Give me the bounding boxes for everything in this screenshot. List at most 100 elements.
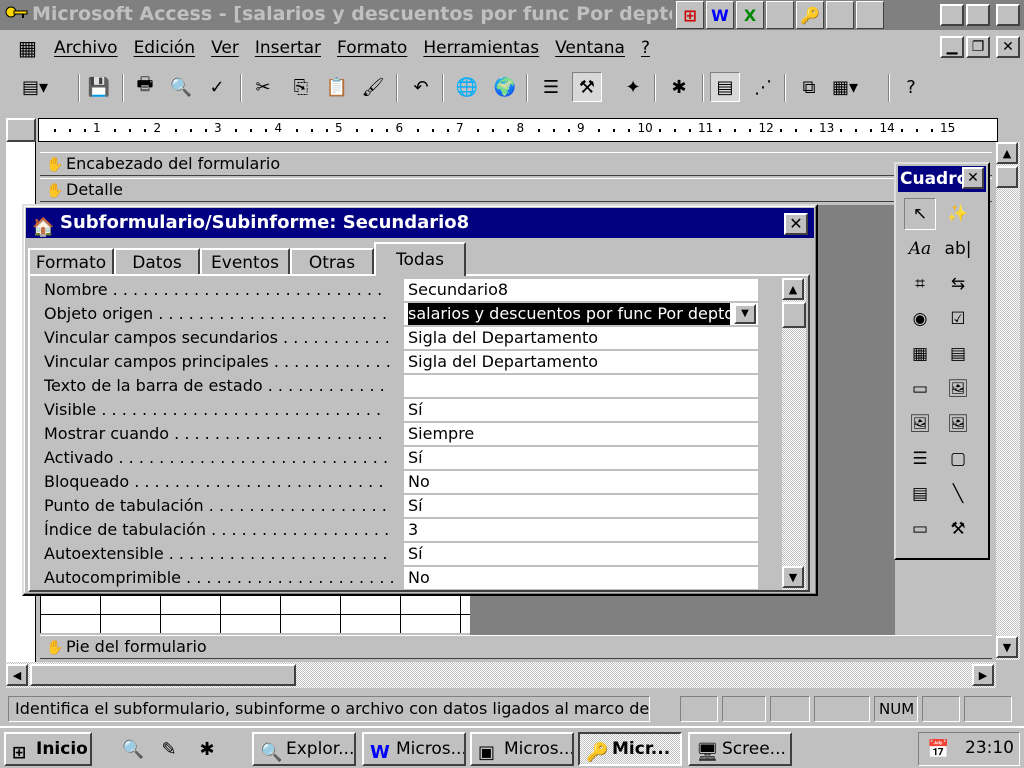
menu-ventana[interactable]: Ventana <box>555 38 625 58</box>
tab-todas[interactable]: Todas <box>374 242 466 276</box>
properties-scroll-thumb[interactable] <box>782 302 806 328</box>
option-button-icon[interactable]: ◉ <box>904 303 936 335</box>
properties-icon[interactable]: ▤ <box>710 72 740 102</box>
channels-quick-icon[interactable]: ✱ <box>194 736 220 762</box>
menu-archivo[interactable]: Archivo <box>54 38 118 58</box>
properties-scrollbar[interactable]: ▲ ▼ <box>782 278 806 590</box>
property-value-field[interactable]: salarios y descuentos por func Por depto… <box>404 303 758 325</box>
schedule-icon[interactable]: ✎ <box>826 1 854 29</box>
section-header-bar[interactable]: ✋ Encabezado del formulario <box>40 152 992 176</box>
property-value-field[interactable] <box>404 375 758 397</box>
scroll-right-icon[interactable]: ▶ <box>972 664 994 686</box>
design-grid[interactable] <box>40 595 470 633</box>
section-detail-bar[interactable]: ✋ Detalle <box>40 178 992 202</box>
database-window-icon[interactable]: ⧉ <box>794 72 824 102</box>
undo-icon[interactable]: ↶ <box>406 72 436 102</box>
option-group-icon[interactable]: ⌗ <box>904 268 936 300</box>
menu-formato[interactable]: Formato <box>337 38 407 58</box>
list-box-icon[interactable]: ▤ <box>942 338 974 370</box>
format-painter-icon[interactable]: 🖌 <box>358 72 388 102</box>
window-title-bar[interactable]: Microsoft Access - [salarios y descuento… <box>0 0 1024 30</box>
cut-icon[interactable]: ✂ <box>248 72 278 102</box>
doc-close-button[interactable]: ✕ <box>996 36 1020 58</box>
hscroll-thumb[interactable] <box>30 664 296 686</box>
property-value-field[interactable]: 3 <box>404 519 758 541</box>
tab-control-icon[interactable]: ▢ <box>942 443 974 475</box>
menu-herramientas[interactable]: Herramientas <box>423 38 539 58</box>
section-footer-bar[interactable]: ✋ Pie del formulario <box>40 635 992 659</box>
tab-formato[interactable]: Formato <box>28 248 114 276</box>
task-access[interactable]: 🔑 Micr... <box>578 732 682 766</box>
autoformat-icon[interactable]: ✦ <box>618 72 648 102</box>
scroll-down-icon[interactable]: ▼ <box>782 566 804 588</box>
excel-icon[interactable]: X <box>736 1 764 29</box>
view-icon[interactable]: ▤▾ <box>20 72 50 102</box>
page-break-icon[interactable]: ☰ <box>904 443 936 475</box>
scheduler-icon[interactable]: 📅 <box>927 735 949 765</box>
clock[interactable]: 23:10 <box>965 733 1014 763</box>
rectangle-icon[interactable]: ▭ <box>904 513 936 545</box>
help-icon[interactable]: ? <box>896 72 926 102</box>
properties-close-button[interactable]: ✕ <box>784 213 808 235</box>
more-controls-icon[interactable]: ⚒ <box>942 513 974 545</box>
scroll-down-icon[interactable]: ▼ <box>996 636 1018 658</box>
horizontal-scrollbar[interactable]: ◀ ▶ <box>6 662 996 688</box>
select-objects-icon[interactable]: ↖ <box>904 198 936 230</box>
scroll-left-icon[interactable]: ◀ <box>6 664 28 686</box>
tab-datos[interactable]: Datos <box>114 248 200 276</box>
print-icon[interactable]: 🖶 <box>130 72 160 102</box>
property-value-field[interactable]: Siempre <box>404 423 758 445</box>
combo-box-icon[interactable]: ▦ <box>904 338 936 370</box>
command-button-icon[interactable]: ▭ <box>904 373 936 405</box>
print-preview-icon[interactable]: 🔍 <box>166 72 196 102</box>
insert-hyperlink-icon[interactable]: 🌐 <box>452 72 482 102</box>
property-value-field[interactable]: Sí <box>404 399 758 421</box>
task-word[interactable]: W Micros... <box>362 732 466 766</box>
toolbox-close-button[interactable]: ✕ <box>962 167 984 189</box>
image-icon[interactable]: 🖼 <box>942 373 974 405</box>
property-value-field[interactable]: No <box>404 471 758 493</box>
scroll-thumb[interactable] <box>996 166 1018 188</box>
scroll-up-icon[interactable]: ▲ <box>996 142 1018 164</box>
outlook-quick-icon[interactable]: ✎ <box>156 736 182 762</box>
tab-eventos[interactable]: Eventos <box>200 248 290 276</box>
toolbox-icon[interactable]: ⚒ <box>572 72 602 102</box>
property-value-field[interactable]: Sigla del Departamento <box>404 351 758 373</box>
field-list-icon[interactable]: ☰ <box>536 72 566 102</box>
task-powerpoint[interactable]: ▣ Micros... <box>470 732 574 766</box>
menu-ver[interactable]: Ver <box>211 38 239 58</box>
form-icon[interactable]: ▦ <box>18 36 37 60</box>
line-icon[interactable]: ╲ <box>942 478 974 510</box>
office-icon[interactable]: ⊞ <box>676 1 704 29</box>
property-value-field[interactable]: No <box>404 567 758 589</box>
subform-icon[interactable]: ▤ <box>904 478 936 510</box>
property-value-field[interactable]: Sí <box>404 495 758 517</box>
properties-title-bar[interactable]: 🏠 Subformulario/Subinforme: Secundario8 … <box>26 208 814 238</box>
paste-icon[interactable]: 📋 <box>322 72 352 102</box>
web-toolbar-icon[interactable]: 🌍 <box>490 72 520 102</box>
doc-restore-button[interactable]: ❐ <box>966 36 990 58</box>
text-box-icon[interactable]: ab| <box>942 233 974 265</box>
control-wizards-icon[interactable]: ✨ <box>942 198 974 230</box>
tab-otras[interactable]: Otras <box>290 248 374 276</box>
build-icon[interactable]: ⋰ <box>748 72 778 102</box>
check-box-icon[interactable]: ☑ <box>942 303 974 335</box>
spelling-icon[interactable]: ✓ <box>202 72 232 102</box>
vertical-scrollbar[interactable]: ▲ ▼ <box>996 142 1020 660</box>
label-icon[interactable]: Aa <box>904 233 936 265</box>
maximize-button[interactable]: ❐ <box>966 4 990 26</box>
doc-minimize-button[interactable]: ▁ <box>940 36 964 58</box>
unbound-object-frame-icon[interactable]: 🖼 <box>904 408 936 440</box>
dropdown-arrow-icon[interactable]: ▼ <box>734 304 756 324</box>
menu-ayuda[interactable]: ? <box>641 38 650 58</box>
task-screen[interactable]: 🖥 Scree... <box>688 732 792 766</box>
property-value-field[interactable]: Sí <box>404 447 758 469</box>
property-value-field[interactable]: Secundario8 <box>404 279 758 301</box>
scroll-up-icon[interactable]: ▲ <box>782 278 804 300</box>
explorer-quick-icon[interactable]: 🔍 <box>120 736 146 762</box>
binder-icon[interactable]: ⛭ <box>856 1 884 29</box>
access-icon[interactable]: 🔑 <box>796 1 824 29</box>
form-selector[interactable] <box>6 118 36 142</box>
start-button[interactable]: ⊞ Inicio <box>4 732 92 766</box>
bound-object-frame-icon[interactable]: 🖼 <box>942 408 974 440</box>
